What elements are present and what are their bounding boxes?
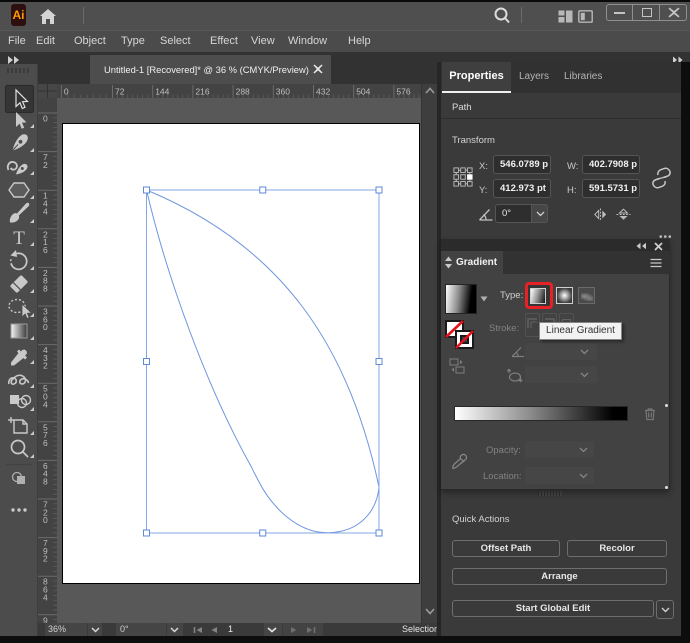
svg-text:6: 6 [43,438,48,448]
svg-text:4: 4 [43,206,48,216]
svg-text:4: 4 [43,399,48,409]
svg-text:2: 2 [43,160,48,170]
svg-text:8: 8 [43,477,48,487]
svg-text:0: 0 [43,322,48,332]
svg-text:2: 2 [43,361,48,371]
svg-text:T: T [13,228,25,249]
svg-text:8: 8 [43,284,48,294]
svg-text:4: 4 [43,592,48,602]
svg-text:9: 9 [43,615,48,623]
svg-text:72: 72 [115,87,125,97]
svg-text:6: 6 [43,245,48,255]
svg-text:2: 2 [43,554,48,564]
svg-text:0: 0 [43,114,48,124]
svg-text:0: 0 [43,515,48,525]
